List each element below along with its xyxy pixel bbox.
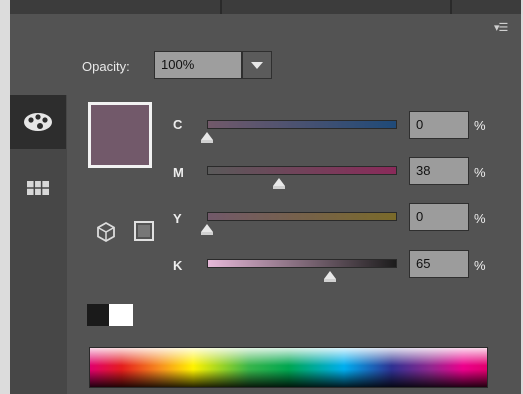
black-value-input[interactable]: 65 [409, 250, 469, 278]
yellow-value-input[interactable]: 0 [409, 203, 469, 231]
black-percent-label: % [474, 258, 486, 273]
magenta-value-input[interactable]: 38 [409, 157, 469, 185]
black-swatch[interactable] [87, 304, 109, 326]
current-fill-color-swatch[interactable] [91, 105, 149, 165]
cyan-percent-label: % [474, 118, 486, 133]
color-mode-button[interactable] [10, 95, 66, 149]
yellow-slider-track[interactable] [207, 212, 397, 221]
black-slider-thumb[interactable] [324, 271, 336, 282]
black-white-swatches[interactable] [87, 304, 133, 326]
yellow-label: Y [173, 211, 182, 226]
swatches-grid-icon [27, 181, 49, 195]
tab-separator [220, 0, 222, 14]
black-slider-track[interactable] [207, 259, 397, 268]
opacity-input[interactable]: 100% [154, 51, 242, 79]
magenta-slider-thumb[interactable] [273, 178, 285, 189]
swatches-mode-button[interactable] [10, 160, 66, 214]
magenta-label: M [173, 165, 184, 180]
opacity-label: Opacity: [82, 59, 130, 74]
out-of-gamut-cube-icon[interactable] [93, 219, 119, 245]
opacity-dropdown-button[interactable] [242, 51, 272, 79]
panel-tab-strip [10, 0, 521, 14]
black-label: K [173, 258, 183, 273]
magenta-slider-track[interactable] [207, 166, 397, 175]
magenta-percent-label: % [474, 165, 486, 180]
white-swatch[interactable] [109, 304, 133, 326]
cyan-slider-thumb[interactable] [201, 132, 213, 143]
web-safe-color-icon[interactable] [134, 221, 154, 241]
cyan-value-input[interactable]: 0 [409, 111, 469, 139]
yellow-slider-thumb[interactable] [201, 224, 213, 235]
cyan-slider-track[interactable] [207, 120, 397, 129]
tab-separator [450, 0, 452, 14]
yellow-percent-label: % [474, 211, 486, 226]
palette-icon [24, 113, 52, 131]
color-spectrum-ramp[interactable] [89, 347, 488, 388]
panel-menu-icon[interactable]: ▾☰ [494, 21, 516, 35]
cyan-label: C [173, 117, 183, 132]
